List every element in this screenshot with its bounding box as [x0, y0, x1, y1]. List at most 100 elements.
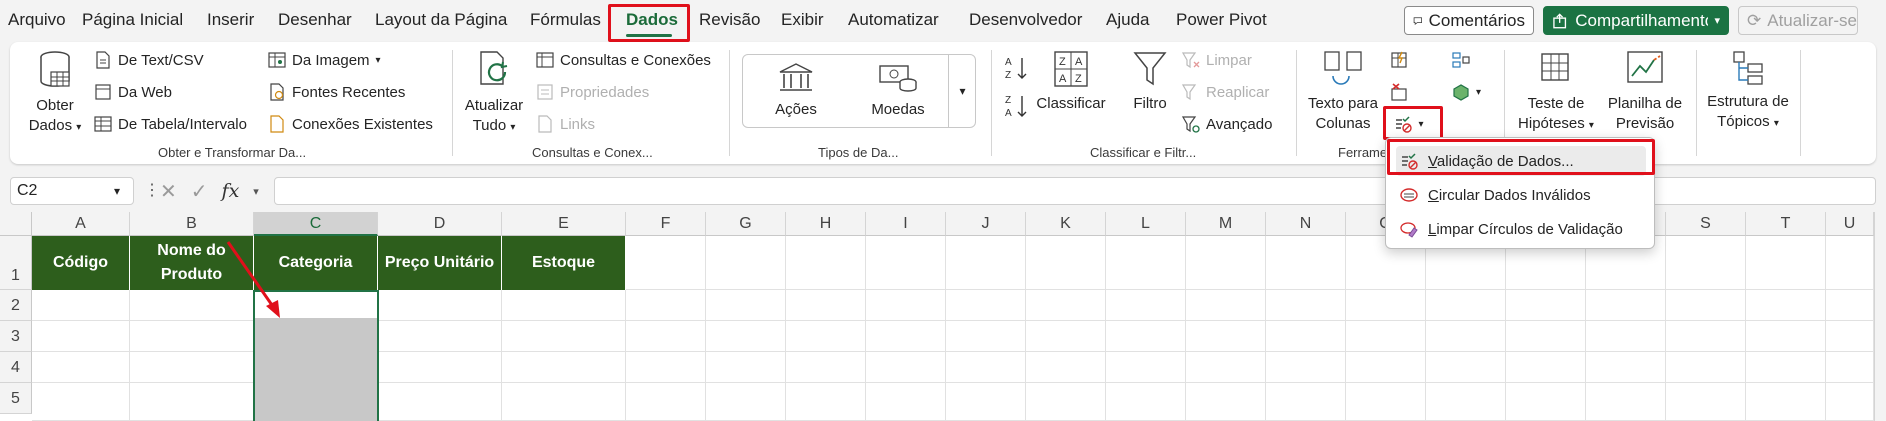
svg-text:Z: Z: [1059, 56, 1066, 68]
refresh-label-2: Tudo: [472, 117, 507, 134]
table-header-estoque[interactable]: Estoque: [502, 236, 626, 290]
column-header-u[interactable]: U: [1826, 212, 1874, 236]
tab-desenvolvedor[interactable]: Desenvolvedor: [969, 10, 1082, 30]
tab-inserir[interactable]: Inserir: [207, 10, 254, 30]
from-image-button[interactable]: Da Imagem ▾: [268, 48, 381, 72]
column-header-a[interactable]: A: [32, 212, 130, 236]
comments-button[interactable]: Comentários: [1404, 6, 1534, 35]
tab-exibir[interactable]: Exibir: [781, 10, 824, 30]
tab-automatizar[interactable]: Automatizar: [848, 10, 939, 30]
menu-item-circular-dados-invalidos[interactable]: Circular Dados Inválidos: [1396, 180, 1646, 210]
vertical-scrollbar[interactable]: [1874, 212, 1886, 421]
more-options-icon[interactable]: ⋮: [144, 180, 160, 200]
chevron-down-icon[interactable]: ▾: [253, 185, 259, 198]
what-if-analysis-button[interactable]: Teste de Hipóteses ▾: [1514, 50, 1598, 136]
row-header-4[interactable]: 4: [0, 352, 32, 383]
obter-dados-button[interactable]: Obter Dados ▾: [24, 50, 86, 138]
share-label: Compartilhamento: [1575, 10, 1709, 30]
sort-descending-icon: ZA: [1005, 95, 1027, 119]
update-button[interactable]: ⟳ Atualizar-se: [1738, 6, 1858, 35]
tab-formulas[interactable]: Fórmulas: [530, 10, 601, 30]
tab-revisao[interactable]: Revisão: [699, 10, 760, 30]
column-header-e[interactable]: E: [502, 212, 626, 236]
existing-connections-button[interactable]: Conexões Existentes: [268, 112, 433, 136]
text-to-columns-button[interactable]: Texto para Colunas: [1306, 50, 1380, 134]
table-header-codigo[interactable]: Código: [32, 236, 130, 290]
formula-tools: ✕ ✓ fx ▾: [160, 177, 270, 205]
data-model-button[interactable]: ▾: [1452, 80, 1481, 104]
group-label-consultas: Consultas e Conex...: [532, 145, 653, 160]
group-separator: [729, 50, 730, 156]
row-header-1[interactable]: 1: [0, 236, 32, 290]
row-header-2[interactable]: 2: [0, 290, 32, 321]
from-text-csv-button[interactable]: De Text/CSV: [94, 48, 204, 72]
tab-desenhar[interactable]: Desenhar: [278, 10, 352, 30]
row-header-5[interactable]: 5: [0, 383, 32, 414]
active-tab-indicator: [626, 34, 672, 37]
refresh-all-button[interactable]: Atualizar Tudo ▾: [462, 50, 526, 138]
menu-item-validacao-de-dados[interactable]: Validação de Dados...: [1396, 146, 1646, 176]
clear-filter-button[interactable]: Limpar: [1182, 48, 1252, 72]
column-header-m[interactable]: M: [1186, 212, 1266, 236]
insert-function-button[interactable]: fx: [222, 180, 240, 202]
column-header-t[interactable]: T: [1746, 212, 1826, 236]
reapply-button[interactable]: Reaplicar: [1182, 80, 1269, 104]
chevron-down-icon: ▾: [1418, 118, 1424, 130]
queries-connections-button[interactable]: Consultas e Conexões: [536, 48, 711, 72]
from-text-csv-label: De Text/CSV: [118, 51, 204, 69]
chevron-down-icon[interactable]: ▾: [114, 184, 120, 198]
menu-accelerator: V: [1428, 152, 1437, 170]
column-header-g[interactable]: G: [706, 212, 786, 236]
cancel-icon[interactable]: ✕: [160, 179, 177, 204]
empty-cells-area[interactable]: [626, 236, 1874, 421]
comments-label: Comentários: [1428, 10, 1525, 30]
column-header-h[interactable]: H: [786, 212, 866, 236]
data-validation-button[interactable]: ▾: [1388, 110, 1430, 138]
sort-a-z-button[interactable]: AZ: [1004, 56, 1028, 81]
remove-duplicates-button[interactable]: [1390, 80, 1408, 104]
text-to-columns-label-2: Colunas: [1315, 115, 1371, 132]
outline-button[interactable]: Estrutura de Tópicos ▾: [1704, 50, 1792, 134]
column-header-c[interactable]: C: [254, 212, 378, 236]
tab-layout-da-pagina[interactable]: Layout da Página: [375, 10, 507, 30]
menu-item-label: alidação de Dados...: [1436, 152, 1574, 170]
column-header-n[interactable]: N: [1266, 212, 1346, 236]
tab-dados[interactable]: Dados: [626, 10, 678, 30]
links-label: Links: [560, 115, 596, 133]
currencies-button[interactable]: Moedas: [868, 62, 928, 120]
from-table-range-button[interactable]: De Tabela/Intervalo: [94, 112, 247, 136]
forecast-sheet-button[interactable]: Planilha de Previsão: [1604, 50, 1686, 134]
column-header-d[interactable]: D: [378, 212, 502, 236]
outline-label-2: Tópicos: [1717, 113, 1770, 130]
column-header-s[interactable]: S: [1666, 212, 1746, 236]
confirm-icon[interactable]: ✓: [191, 179, 208, 204]
tab-arquivo[interactable]: Arquivo: [8, 10, 66, 30]
properties-button[interactable]: Propriedades: [536, 80, 649, 104]
consolidate-button[interactable]: [1452, 48, 1470, 72]
links-button[interactable]: Links: [536, 112, 595, 136]
recent-sources-button[interactable]: Fontes Recentes: [268, 80, 405, 104]
share-button[interactable]: Compartilhamento ▾: [1543, 6, 1729, 35]
menu-item-limpar-circulos[interactable]: Limpar Círculos de Validação: [1396, 214, 1646, 244]
column-header-f[interactable]: F: [626, 212, 706, 236]
column-header-i[interactable]: I: [866, 212, 946, 236]
tab-ajuda[interactable]: Ajuda: [1106, 10, 1149, 30]
from-web-button[interactable]: Da Web: [94, 80, 172, 104]
filter-button[interactable]: Filtro: [1128, 50, 1172, 114]
tab-power-pivot[interactable]: Power Pivot: [1176, 10, 1267, 30]
stocks-button[interactable]: Ações: [768, 62, 824, 120]
table-header-preco-unitario[interactable]: Preço Unitário: [378, 236, 502, 290]
tab-pagina-inicial[interactable]: Página Inicial: [82, 10, 183, 30]
menu-accelerator: C: [1428, 186, 1439, 204]
column-header-l[interactable]: L: [1106, 212, 1186, 236]
column-header-k[interactable]: K: [1026, 212, 1106, 236]
row-header-3[interactable]: 3: [0, 321, 32, 352]
flash-fill-button[interactable]: [1390, 48, 1408, 72]
select-all-corner[interactable]: [0, 212, 32, 236]
column-header-j[interactable]: J: [946, 212, 1026, 236]
data-types-more-button[interactable]: ▾: [948, 54, 976, 128]
column-header-b[interactable]: B: [130, 212, 254, 236]
sort-z-a-button[interactable]: ZA: [1004, 94, 1028, 119]
sort-button[interactable]: ZAAZ Classificar: [1036, 50, 1106, 114]
advanced-filter-button[interactable]: Avançado: [1182, 112, 1272, 136]
